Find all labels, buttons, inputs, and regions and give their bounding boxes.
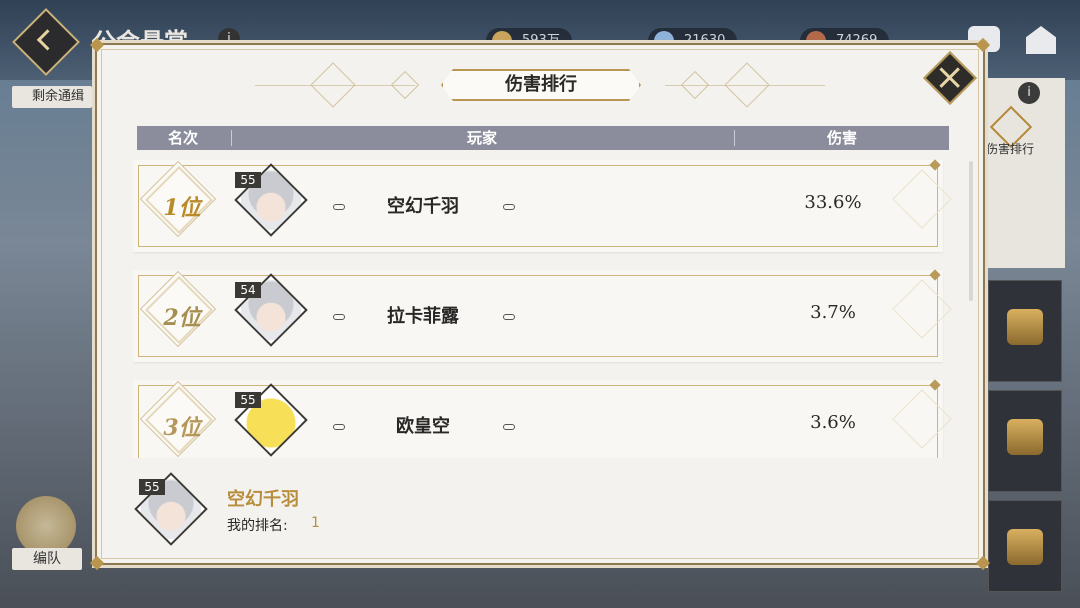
level-badge: 54	[235, 282, 261, 298]
remaining-bounties: 剩余通缉	[12, 86, 93, 108]
title-diamond-ornament	[680, 70, 710, 100]
player-name: 空幻千羽	[387, 196, 459, 217]
player-name: 拉卡菲露	[387, 306, 459, 327]
player-name: 欧皇空	[396, 416, 450, 437]
close-button[interactable]	[923, 51, 977, 105]
level-badge: 55	[235, 392, 261, 408]
level-badge: 55	[235, 172, 261, 188]
side-ranking-label[interactable]: 伤害排行	[986, 140, 1034, 157]
title-diamond-ornament	[310, 62, 356, 108]
damage-ranking-modal: 伤害排行 名次 玩家 伤害 1位 55 空幻千羽 33.6% 2位 54 拉卡菲…	[89, 37, 991, 571]
my-player-name: 空幻千羽	[227, 489, 299, 510]
scrollbar[interactable]	[969, 161, 973, 301]
name-ornament-right	[503, 424, 515, 430]
info-icon[interactable]: i	[1018, 82, 1040, 104]
side-panel	[985, 78, 1065, 268]
chest-icon[interactable]	[988, 280, 1062, 382]
title-diamond-ornament	[724, 62, 770, 108]
chest-icon[interactable]	[988, 500, 1062, 592]
table-row[interactable]: 1位 55 空幻千羽 33.6%	[133, 159, 952, 252]
my-rank-value: 1	[311, 515, 320, 531]
table-row[interactable]: 2位 54 拉卡菲露 3.7%	[133, 269, 952, 362]
damage-value: 3.6%	[810, 412, 856, 433]
table-row[interactable]: 3位 55 欧皇空 3.6%	[133, 379, 952, 458]
table-header: 名次 玩家 伤害	[137, 126, 949, 150]
damage-value: 3.7%	[810, 302, 856, 323]
corner-ornament	[89, 37, 105, 53]
name-ornament-right	[503, 204, 515, 210]
rank-label: 2位	[163, 305, 201, 331]
column-damage: 伤害	[826, 129, 857, 147]
modal-title: 伤害排行	[505, 74, 577, 95]
ranking-list[interactable]: 1位 55 空幻千羽 33.6% 2位 54 拉卡菲露 3.7% 3位 55 欧…	[133, 158, 953, 458]
team-button[interactable]: 编队	[12, 548, 82, 570]
corner-ornament	[975, 555, 991, 571]
my-rank-label: 我的排名:	[227, 518, 288, 534]
title-diamond-ornament	[390, 70, 420, 100]
column-player: 玩家	[466, 129, 497, 147]
rank-label: 3位	[163, 415, 201, 441]
rank-label: 1位	[163, 195, 201, 221]
chest-icon[interactable]	[988, 390, 1062, 492]
corner-ornament	[975, 37, 991, 53]
my-level-badge: 55	[139, 479, 165, 495]
name-ornament-right	[503, 314, 515, 320]
damage-value: 33.6%	[804, 192, 862, 213]
column-rank: 名次	[167, 129, 198, 147]
team-icon[interactable]	[16, 496, 76, 556]
corner-ornament	[89, 555, 105, 571]
